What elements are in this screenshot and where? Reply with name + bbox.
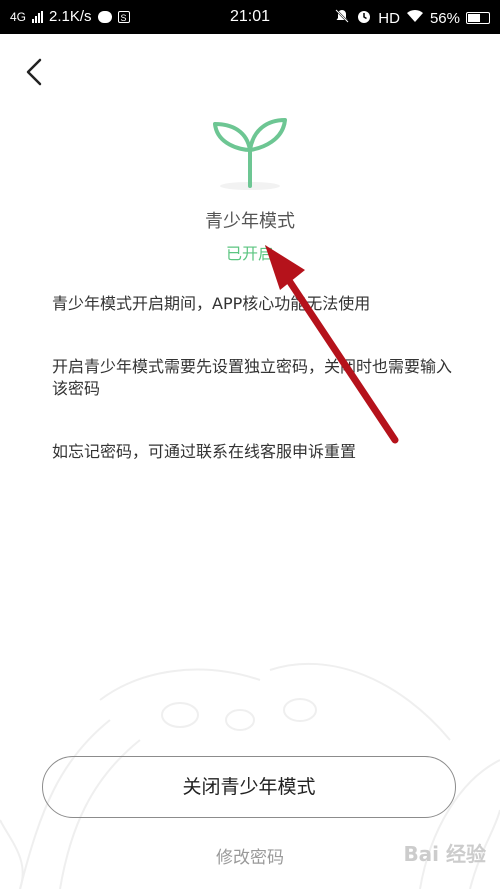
mode-status: 已开启	[225, 244, 274, 263]
info-text-3: 如忘记密码，可通过联系在线客服申诉重置	[52, 442, 357, 461]
battery-percent: 56%	[429, 9, 460, 27]
hd-indicator: HD	[378, 9, 400, 27]
status-bar: 4G 2.1K/s S 21:01 HD 56%	[0, 0, 500, 34]
info-text-2: 开启青少年模式需要先设置独立密码，关闭时也需要输入该密码	[52, 357, 453, 398]
sprout-icon	[205, 112, 295, 196]
battery-icon	[466, 12, 490, 24]
info-text-1: 青少年模式开启期间，APP核心功能无法使用	[52, 294, 371, 313]
alarm-icon	[356, 8, 372, 28]
wifi-icon	[406, 9, 424, 27]
back-button[interactable]	[18, 55, 52, 89]
chevron-left-icon	[26, 58, 42, 86]
close-youth-mode-button[interactable]: 关闭青少年模式	[42, 756, 456, 818]
mode-title: 青少年模式	[205, 211, 295, 232]
watermark: Bai 经验	[403, 842, 486, 866]
mute-icon	[334, 8, 350, 28]
